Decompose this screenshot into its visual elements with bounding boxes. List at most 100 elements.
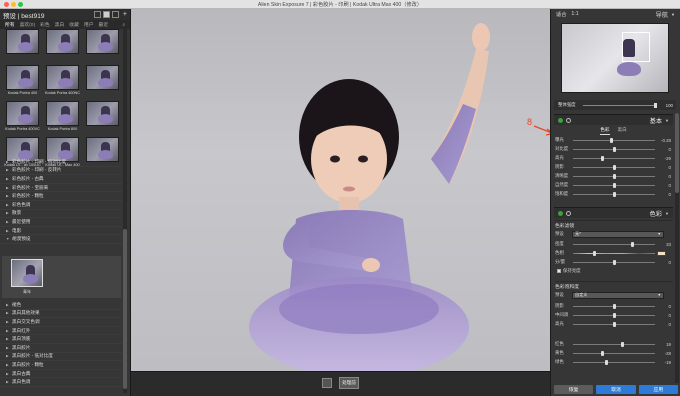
slider-value[interactable]: 33 — [655, 242, 671, 247]
slider-track[interactable] — [573, 341, 655, 347]
tab-color[interactable]: 色彩 — [600, 127, 610, 135]
category-item[interactable]: ▶ 黑白红外 — [0, 327, 122, 336]
selected-preset[interactable]: 青年 — [2, 256, 121, 298]
collapse-arrow-icon[interactable]: ▼ — [665, 118, 669, 123]
slider-knob[interactable] — [613, 312, 616, 318]
slider-knob[interactable] — [613, 164, 616, 170]
color-section-header[interactable]: 色彩 ▼ — [554, 207, 673, 218]
category-item[interactable]: ▶ 彩色胶片 - 古典 — [0, 175, 122, 184]
slider-value[interactable]: 0 — [655, 304, 671, 309]
category-item[interactable]: ▶ 褪色 — [0, 301, 122, 310]
category-item[interactable]: ▶ 黑白胶片 - 颗粒 — [0, 361, 122, 370]
category-item[interactable]: ▶ 黑白古典 — [0, 370, 122, 379]
slider-knob[interactable] — [613, 146, 616, 152]
slider-knob[interactable] — [631, 241, 634, 247]
category-item[interactable]: ▶ 最近使用 — [0, 218, 122, 227]
search-icon[interactable]: ⌕ — [122, 22, 125, 28]
slider-track[interactable] — [573, 303, 655, 309]
slider-track[interactable] — [573, 155, 655, 161]
overall-intensity-value[interactable]: 100 — [666, 103, 676, 108]
category-item[interactable]: ▶ 彩色胶片 - 印刷 - 低对比度 — [0, 158, 122, 167]
slider-value[interactable]: 0 — [655, 165, 671, 170]
preset-thumbnail[interactable]: Kodak Portra 400NC — [44, 65, 81, 101]
slider-value[interactable]: 0 — [655, 147, 671, 152]
slider-knob[interactable] — [601, 155, 604, 161]
slider-knob[interactable] — [613, 303, 616, 309]
hue-color-swatch[interactable] — [657, 250, 666, 256]
slider-value[interactable]: -0.28 — [655, 138, 671, 143]
preset-thumbnail[interactable]: Kodak Portra 400 — [4, 65, 41, 101]
presets-scrollbar-thumb[interactable] — [123, 229, 127, 389]
category-item[interactable]: ▶ 黑白交叉色调 — [0, 318, 122, 327]
hue-track[interactable] — [573, 250, 655, 256]
category-item[interactable]: ▶ 散景 — [0, 210, 122, 219]
category-item[interactable]: ▶ 黑白胶片 — [0, 344, 122, 353]
slider-knob[interactable] — [601, 350, 604, 356]
slider-track[interactable] — [573, 359, 655, 365]
fit-zoom-button[interactable]: 适合 — [556, 11, 566, 18]
adjustments-scrollbar[interactable] — [675, 113, 679, 383]
list-view-icon[interactable] — [93, 11, 101, 18]
slider-track[interactable] — [573, 182, 655, 188]
keep-brightness-row[interactable]: 保持亮度 — [557, 267, 675, 275]
slider-value[interactable]: 0 — [655, 183, 671, 188]
slider-knob[interactable] — [621, 341, 624, 347]
category-item[interactable]: ▶ 黑白其他效果 — [0, 310, 122, 319]
image-viewport[interactable] — [131, 9, 550, 371]
tab-recent[interactable]: 最近 — [99, 21, 109, 28]
slider-knob[interactable] — [613, 173, 616, 179]
navigator-thumbnail[interactable] — [561, 23, 669, 93]
slider-track[interactable] — [573, 312, 655, 318]
reset-button[interactable]: 恢复 — [554, 385, 594, 394]
slider-knob[interactable] — [610, 137, 613, 143]
slider-track[interactable] — [573, 137, 655, 143]
category-item-expanded[interactable]: ▼ 胡漠预设 — [0, 235, 122, 244]
tab-color[interactable]: 彩色 — [40, 21, 50, 28]
category-item[interactable]: ▶ 彩色胶片 - 宝丽来 — [0, 184, 122, 193]
slider-knob[interactable] — [613, 259, 616, 265]
background-color-swatch[interactable] — [322, 378, 332, 388]
slider-value[interactable]: -29 — [655, 156, 671, 161]
enable-toggle-icon[interactable] — [558, 117, 563, 123]
tab-bw[interactable]: 黑白 — [55, 21, 65, 28]
preset-thumbnail[interactable]: Kodak Portra 400VC — [4, 101, 41, 137]
navigator-view-rect[interactable] — [622, 32, 650, 62]
category-item[interactable]: ▶ 电影 — [0, 227, 122, 236]
adjustments-scrollbar-thumb[interactable] — [675, 113, 679, 193]
slider-value[interactable]: 0 — [655, 322, 671, 327]
slider-value[interactable]: -19 — [655, 360, 671, 365]
slider-value[interactable]: 0 — [655, 174, 671, 179]
slider-track[interactable] — [573, 321, 655, 327]
preset-thumbnail[interactable]: Kodak Portra 800 — [44, 101, 81, 137]
tab-user[interactable]: 用户 — [84, 21, 94, 28]
slider-track[interactable] — [573, 164, 655, 170]
slider-track[interactable] — [573, 259, 655, 265]
reset-icon[interactable] — [566, 210, 571, 216]
category-item[interactable]: ▶ 黑白胶片 - 低对比度 — [0, 353, 122, 362]
preset-thumbnail[interactable] — [84, 65, 121, 101]
large-grid-view-icon[interactable] — [111, 11, 119, 18]
slider-knob[interactable] — [613, 321, 616, 327]
before-after-button[interactable]: 处理前 — [339, 377, 359, 389]
slider-knob[interactable] — [613, 182, 616, 188]
preset-thumbnail[interactable] — [84, 29, 121, 65]
grid-view-icon[interactable] — [102, 11, 110, 18]
one-to-one-zoom-button[interactable]: 1:1 — [571, 11, 578, 18]
tab-collections[interactable]: 收藏 — [69, 21, 79, 28]
preset-thumbnail[interactable] — [4, 29, 41, 65]
add-icon[interactable]: + — [123, 11, 127, 18]
keep-brightness-checkbox[interactable] — [557, 269, 561, 273]
slider-value[interactable]: 19 — [655, 342, 671, 347]
preset-thumbnail[interactable] — [44, 29, 81, 65]
slider-value[interactable]: -28 — [655, 351, 671, 356]
category-item[interactable]: ▶ 黑白顶底 — [0, 335, 122, 344]
slider-value[interactable]: 0 — [655, 260, 671, 265]
slider-track[interactable] — [573, 191, 655, 197]
category-item[interactable]: ▶ 彩色色调 — [0, 201, 122, 210]
overall-intensity-slider[interactable] — [583, 102, 657, 108]
category-item[interactable]: ▶ 彩色胶片 - 印刷 - 反转片 — [0, 167, 122, 176]
slider-knob[interactable] — [613, 191, 616, 197]
category-item[interactable]: ▶ 彩色胶片 - 颗粒 — [0, 192, 122, 201]
slider-knob[interactable] — [605, 359, 608, 365]
slider-track[interactable] — [573, 241, 655, 247]
